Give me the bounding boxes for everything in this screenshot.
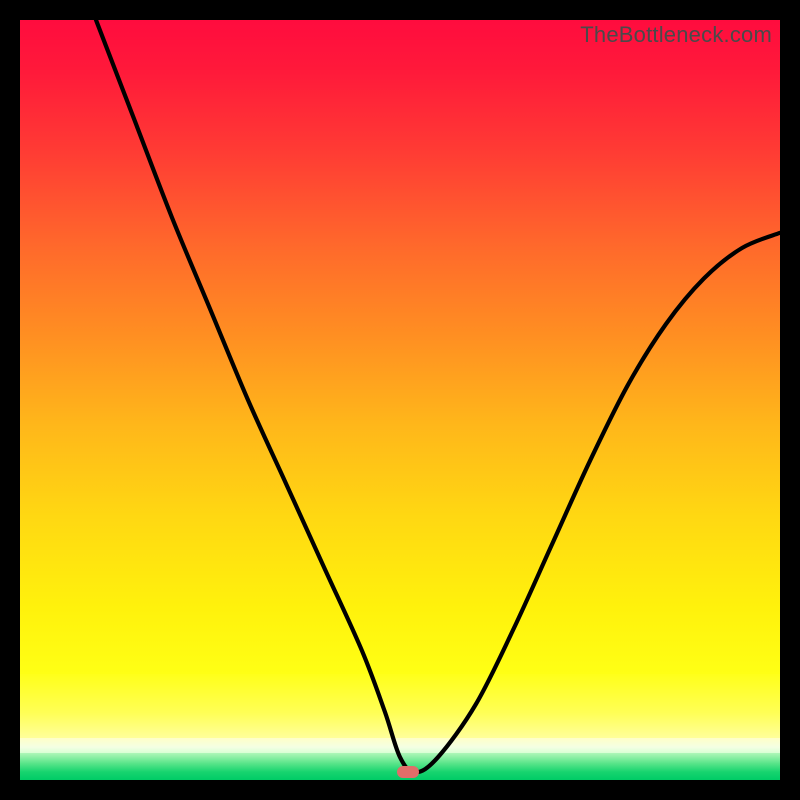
chart-frame: TheBottleneck.com (0, 0, 800, 800)
bottleneck-curve (20, 20, 780, 780)
plot-area: TheBottleneck.com (20, 20, 780, 780)
watermark-text: TheBottleneck.com (580, 22, 772, 48)
curve-path (96, 20, 780, 772)
min-point-marker (397, 766, 419, 778)
